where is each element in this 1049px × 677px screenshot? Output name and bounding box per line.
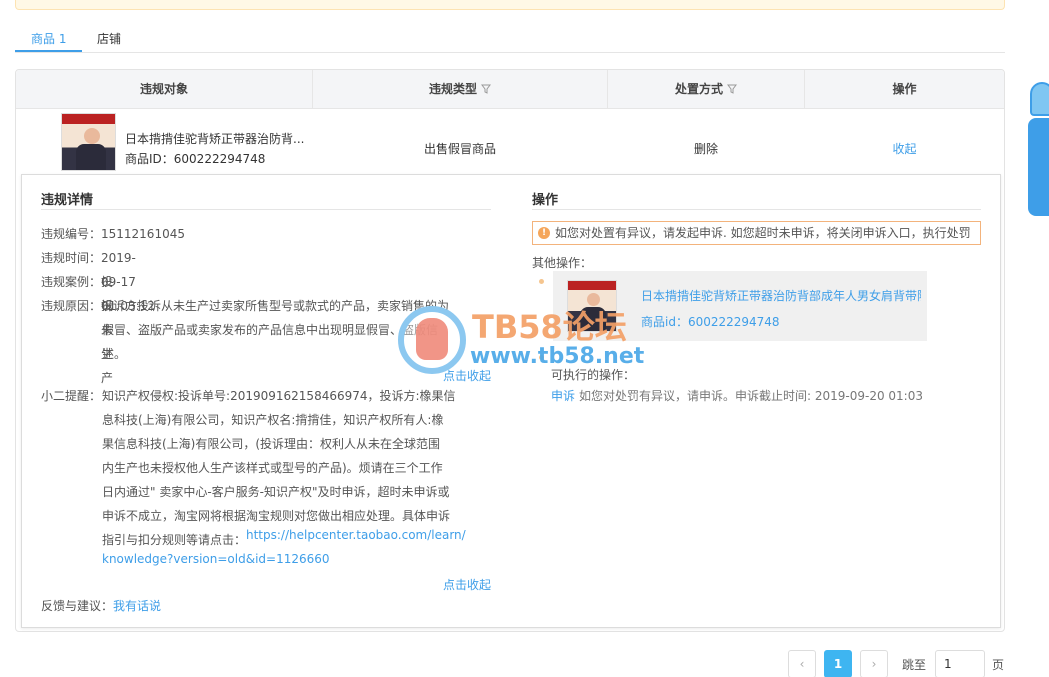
card-product-title[interactable]: 日本揹揹佳驼背矫正带器治防背部成年人男女肩背带隐形 xyxy=(641,287,921,304)
product-thumbnail[interactable] xyxy=(61,113,116,171)
tab-bar: 商品 1 店铺 xyxy=(15,26,1005,53)
page-unit-label: 页 xyxy=(992,658,1005,672)
jump-page-input[interactable] xyxy=(935,650,985,677)
next-page-button[interactable]: › xyxy=(860,650,888,677)
card-thumbnail[interactable] xyxy=(567,280,617,332)
violation-reason-continued: 假冒、盗版产品或卖家发布的产品信息中出现明显假冒、盗版信 述。 xyxy=(102,323,439,361)
header-action-taken[interactable]: 处置方式 xyxy=(608,70,804,109)
filter-icon[interactable] xyxy=(481,84,491,94)
timeline-dot xyxy=(539,279,544,284)
collapse-tip-link[interactable]: 点击收起 xyxy=(443,576,491,593)
mascot-icon[interactable] xyxy=(1030,82,1049,116)
section-title-operation: 操作 xyxy=(532,193,559,208)
header-violation-type[interactable]: 违规类型 xyxy=(313,70,607,109)
tab-active-indicator xyxy=(15,50,82,52)
collapse-link[interactable]: 收起 xyxy=(805,140,1004,157)
appeal-link[interactable]: 申诉 xyxy=(551,384,575,408)
violation-detail-box: 违规详情 违规编号： 15112161045 违规时间： 2019-09-17 01… xyxy=(21,174,1001,628)
tab-goods[interactable]: 商品 1 xyxy=(31,30,66,47)
help-link-cont[interactable]: knowledge?version=old&id=1126660 xyxy=(102,552,330,566)
header-violation-object: 违规对象 xyxy=(139,82,188,96)
page-1-button[interactable]: 1 xyxy=(824,650,852,677)
header-operation: 操作 xyxy=(892,82,917,96)
product-card[interactable]: 日本揹揹佳驼背矫正带器治防背部成年人男女肩背带隐形 商品id：600222294… xyxy=(553,271,927,341)
timeline-dot xyxy=(539,355,544,360)
warning-icon: ! xyxy=(538,227,550,239)
divider xyxy=(532,209,981,210)
warning-box: ! 如您对处置有异议，请发起申诉. 如您超时未申诉，将关闭申诉入口，执行处罚 xyxy=(532,221,981,245)
tab-shop[interactable]: 店铺 xyxy=(97,30,121,47)
filter-icon[interactable] xyxy=(727,84,737,94)
jump-label: 跳至 xyxy=(902,658,927,672)
divider xyxy=(41,209,491,210)
side-float-toolbar[interactable] xyxy=(1028,118,1049,216)
action-taken-cell: 删除 xyxy=(693,142,718,156)
violation-panel: 违规对象 违规类型 处置方式 操作 日本揹揹佳驼背矫正带器治防背... 商品ID… xyxy=(15,69,1005,632)
tip-text: 知识产权侵权:投诉单号:201909162158466974，投诉方:橡果信 息… xyxy=(102,389,456,547)
product-id: 商品ID：600222294748 xyxy=(125,152,266,166)
prev-page-button[interactable]: ‹ xyxy=(788,650,816,677)
violation-type-cell: 出售假冒商品 xyxy=(423,142,496,156)
section-title-detail: 违规详情 xyxy=(41,193,94,208)
notice-banner xyxy=(15,0,1005,10)
table-header: 违规对象 违规类型 处置方式 操作 xyxy=(16,70,1004,109)
collapse-reason-link[interactable]: 点击收起 xyxy=(443,367,491,384)
help-link[interactable]: https://helpcenter.taobao.com/learn/ xyxy=(246,528,466,542)
card-product-id[interactable]: 商品id：600222294748 xyxy=(641,313,780,330)
feedback-link[interactable]: 我有话说 xyxy=(113,594,161,618)
product-title[interactable]: 日本揹揹佳驼背矫正带器治防背... xyxy=(125,130,304,147)
